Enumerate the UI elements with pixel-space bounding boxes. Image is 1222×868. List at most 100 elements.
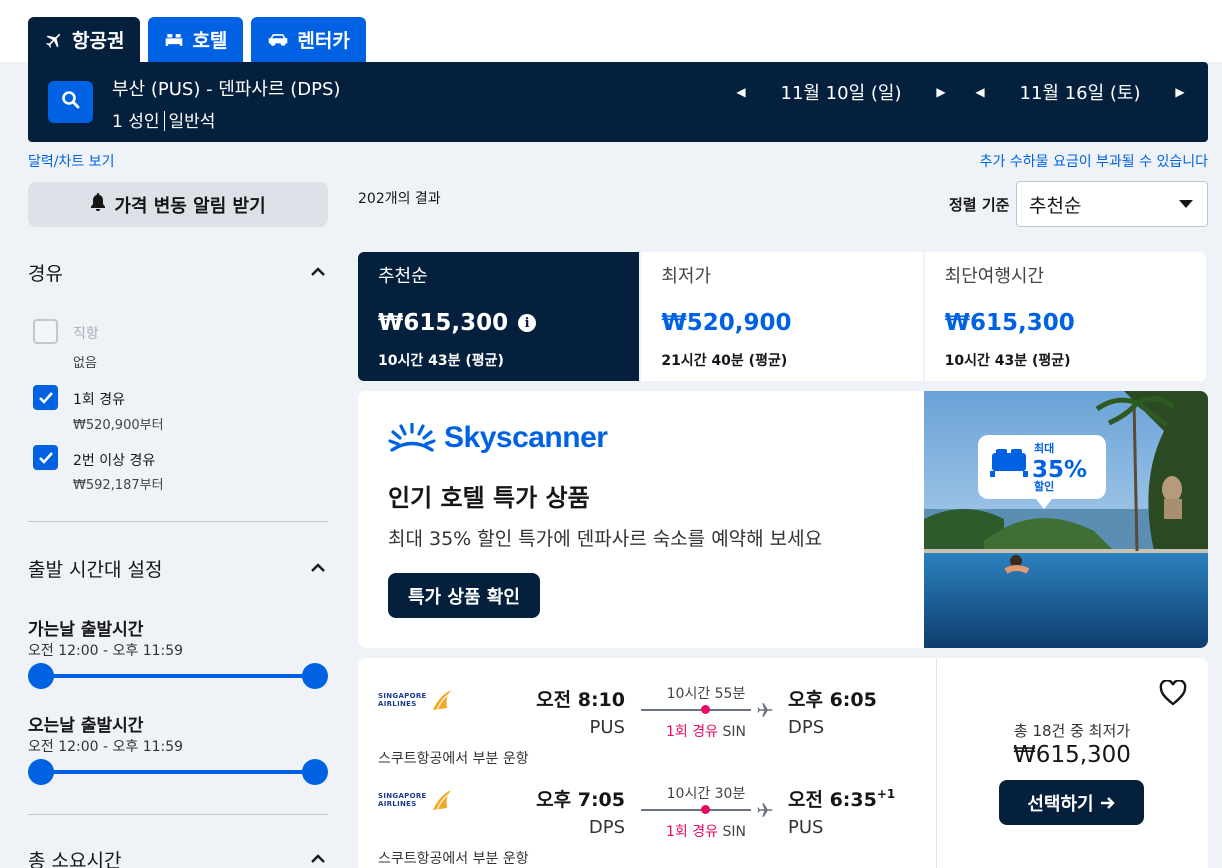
divider [28,814,328,815]
return-time-slider[interactable] [28,759,328,785]
passengers-text: 1 성인 [112,112,160,132]
heart-icon[interactable] [1159,680,1187,706]
stop-info: 1회 경유 SIN [641,821,771,841]
airline-logo: SINGAPORE AIRLINES [378,688,453,712]
one-stop-checkbox[interactable] [33,385,58,410]
flight-result-card[interactable]: SINGAPORE AIRLINES 오전 8:10 PUS 10시간 55분 1… [358,658,1208,868]
info-icon[interactable]: i [518,314,537,332]
divider [28,521,328,522]
cabin-text: 일반석 [168,112,216,132]
tab-label: 렌터카 [297,30,350,52]
search-icon [61,90,81,114]
chevron-up-icon[interactable] [310,266,326,278]
operated-by: 스쿠트항공에서 부분 운항 [378,751,529,767]
tab-car-hire[interactable]: 렌터카 [251,17,366,62]
product-tabs: 항공권 호텔 렌터카 [28,17,366,62]
depart-date[interactable]: 11월 10일 (일) [749,79,933,105]
sort-tab-price: ₩615,300 [944,310,1075,336]
tab-flights[interactable]: 항공권 [28,17,141,62]
passengers-cabin[interactable]: 1 성인 일반석 [112,107,215,132]
plane-icon [44,30,64,50]
depart-date-control: ◀ 11월 10일 (일) ▶ [733,80,949,104]
car-icon [267,32,289,48]
next-depart-date-button[interactable]: ▶ [933,85,949,99]
bird-logo-icon [432,690,451,711]
sort-tab-duration: 21시간 40분 (평균) [661,353,788,369]
hotel-deal-ad: Skyscanner 인기 호텔 특가 상품 최대 35% 할인 특가에 덴파사… [358,391,1208,648]
day-offset: +1 [876,787,896,801]
sort-tab-duration: 10시간 43분 (평균) [378,353,504,369]
stop-dot [701,705,710,714]
arrow-right-icon [1100,796,1115,809]
leg-duration: 10시간 55분 [666,686,746,702]
badge-top-text: 최대 [1034,441,1054,455]
bed-icon [164,31,184,49]
prev-return-date-button[interactable]: ◀ [972,85,988,99]
tab-hotels[interactable]: 호텔 [148,17,244,62]
sort-tab-name: 최저가 [661,266,712,287]
direct-checkbox[interactable] [33,319,58,344]
price-alert-label: 가격 변동 알림 받기 [114,195,266,217]
bird-logo-icon [432,790,451,811]
select-flight-button[interactable]: 선택하기 [999,780,1144,825]
outbound-time-slider[interactable] [28,663,328,689]
slider-max-handle[interactable] [302,663,328,689]
route-text[interactable]: 부산 (PUS) - 덴파사르 (DPS) [112,75,340,101]
select-label: 선택하기 [1027,793,1094,815]
price-alert-button[interactable]: 가격 변동 알림 받기 [28,182,328,227]
calendar-chart-link[interactable]: 달력/차트 보기 [28,151,114,171]
airline-logo: SINGAPORE AIRLINES [378,788,453,812]
two-plus-stops-label: 2번 이상 경유 [73,453,156,469]
slider-track [40,674,316,678]
departure-time: 오전 8:10 [536,689,625,711]
chevron-up-icon[interactable] [310,853,326,865]
caret-down-icon [1179,200,1193,208]
divider [163,111,165,131]
badge-bottom-text: 할인 [1034,479,1054,493]
pool-photo: 최대 35% 할인 [924,391,1208,648]
prev-depart-date-button[interactable]: ◀ [733,85,749,99]
slider-max-handle[interactable] [302,759,328,785]
slider-min-handle[interactable] [28,759,54,785]
leg-duration: 10시간 30분 [666,786,746,802]
sort-tab-cheapest[interactable]: 최저가 ₩520,900 21시간 40분 (평균) [641,252,923,381]
chevron-up-icon[interactable] [310,562,326,574]
logo-text-line: AIRLINES [378,800,417,808]
stop-airport: SIN [722,824,746,840]
sort-select[interactable]: 추천순 [1016,181,1208,227]
stop-info: 1회 경유 SIN [641,721,771,741]
arrival-time-text: 오전 6:35 [788,789,877,811]
route-line [641,809,751,811]
sort-tab-fastest[interactable]: 최단여행시간 ₩615,300 10시간 43분 (평균) [924,252,1206,381]
return-date[interactable]: 11월 16일 (토) [988,79,1172,105]
stop-count: 1회 경유 [666,724,719,740]
search-button[interactable] [48,81,93,123]
sort-tabs: 추천순 ₩615,300 i 10시간 43분 (평균) 최저가 ₩520,900… [358,252,1206,381]
plane-icon [757,703,773,717]
stop-dot [701,805,710,814]
tab-label: 항공권 [72,30,125,52]
outbound-time-range: 오전 12:00 - 오후 11:59 [28,643,184,659]
deals-count: 총 18건 중 최저가 [1013,722,1131,740]
view-deals-button[interactable]: 특가 상품 확인 [388,573,540,618]
operated-by: 스쿠트항공에서 부분 운항 [378,851,529,867]
stop-count: 1회 경유 [666,824,719,840]
return-time-range: 오전 12:00 - 오후 11:59 [28,739,184,755]
search-summary-bar: 부산 (PUS) - 덴파사르 (DPS) 1 성인 일반석 ◀ 11월 10일 … [28,62,1208,142]
check-icon [38,391,53,404]
brand-name: Skyscanner [444,421,608,454]
next-return-date-button[interactable]: ▶ [1172,85,1188,99]
stops-filter-title: 경유 [28,263,63,285]
two-plus-stops-checkbox[interactable] [33,445,58,470]
baggage-fee-link[interactable]: 추가 수하물 요금이 부과될 수 있습니다 [980,151,1208,171]
skyscanner-logo: Skyscanner [388,421,608,455]
sort-value: 추천순 [1029,194,1082,217]
direct-label: 직항 [73,326,99,342]
stop-airport: SIN [722,724,746,740]
ad-subtitle: 최대 35% 할인 특가에 덴파사르 숙소를 예약해 보세요 [388,528,823,550]
slider-min-handle[interactable] [28,663,54,689]
sort-tab-best[interactable]: 추천순 ₩615,300 i 10시간 43분 (평균) [358,252,640,381]
top-nav: 항공권 호텔 렌터카 [0,0,1222,62]
sort-tab-name: 최단여행시간 [944,266,1045,287]
sunrise-logo-icon [388,423,436,452]
